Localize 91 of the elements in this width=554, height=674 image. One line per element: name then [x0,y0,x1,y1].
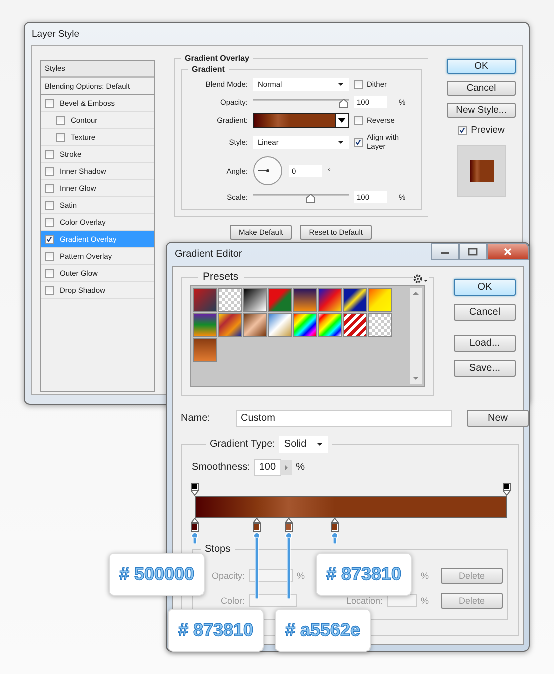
group-title: Presets [202,271,240,283]
preset-swatch[interactable] [243,288,267,312]
preset-swatch[interactable] [193,288,217,312]
color-field[interactable] [249,594,297,607]
leader-line [284,532,293,599]
checkbox[interactable] [45,98,54,108]
preset-swatch[interactable] [193,313,217,337]
color-callout: # a5562e [275,609,371,652]
leader-line [253,532,262,599]
checkbox[interactable] [56,116,65,124]
color-callout: # 500000 [109,553,205,596]
group-title: Gradient Overlay [184,54,250,63]
checkbox-label: Preview [471,125,505,136]
stepper-button[interactable] [280,460,292,475]
checkbox[interactable] [354,138,363,146]
smoothness-field[interactable]: 100 [254,459,282,476]
angle-dial[interactable] [253,156,283,186]
checkbox[interactable] [45,218,54,226]
dialog-button[interactable]: Cancel [454,304,516,321]
group-title: Gradient [191,65,226,74]
gradient-picker[interactable] [253,113,349,128]
preset-swatch[interactable] [268,288,292,312]
checkbox[interactable] [45,234,54,244]
preset-swatch[interactable] [293,313,317,337]
preview-swatch [457,145,506,197]
checkbox[interactable] [354,80,363,89]
close-icon [503,248,513,256]
dialog-button[interactable]: OK [447,59,516,74]
field-label: Gradient Type: [210,439,276,450]
checkbox[interactable] [354,116,363,125]
caret-icon [338,83,344,86]
opacity-stop[interactable] [503,483,511,496]
preset-swatch[interactable] [218,313,242,337]
preset-swatch[interactable] [268,313,292,337]
dialog-button[interactable]: New Style... [447,103,516,118]
preset-swatch[interactable] [343,288,367,312]
unit-label: % [297,570,306,580]
color-callout: # 873810 [316,553,412,596]
field-label: Name: [181,413,212,424]
preset-swatch[interactable] [293,288,317,312]
maximize-button[interactable] [459,243,487,260]
checkbox[interactable] [45,200,54,210]
color-stop[interactable] [191,518,199,532]
checkbox[interactable] [45,150,54,158]
window-title: Layer Style [32,28,80,40]
minimize-button[interactable] [431,243,459,260]
preset-swatch[interactable] [368,288,392,312]
window-title: Gradient Editor [175,249,242,260]
scrollbar[interactable] [410,288,422,384]
dialog-button[interactable]: OK [454,279,516,296]
maximize-icon [468,248,478,256]
group-title: Stops [204,544,232,555]
unit-label: % [421,596,430,606]
checkbox[interactable] [45,184,54,192]
checkbox[interactable] [56,132,65,142]
dialog-button[interactable]: Cancel [447,81,516,96]
gradient-type-dropdown[interactable]: Solid [279,436,328,453]
preset-swatch[interactable] [318,313,342,337]
color-callout: # 873810 [168,609,264,652]
preset-swatch[interactable] [243,313,267,337]
slider-thumb[interactable] [306,194,316,202]
opacity-stop[interactable] [191,483,199,496]
new-button[interactable]: New [467,410,529,427]
dialog-button[interactable]: Load... [454,335,516,352]
color-stop[interactable] [331,518,340,532]
checkbox[interactable] [45,286,54,294]
checkbox[interactable] [45,252,54,260]
dialog-button[interactable]: Save... [454,360,516,377]
color-stop[interactable] [253,518,262,532]
caret-icon [316,443,323,446]
unit-label: % [421,570,430,580]
preset-swatch[interactable] [193,338,217,362]
field-label: Opacity: [210,570,245,580]
name-field[interactable]: Custom [236,410,452,427]
checkbox[interactable] [45,166,54,176]
preset-swatch[interactable] [318,288,342,312]
caret-icon [338,140,344,144]
checkbox[interactable] [45,268,54,278]
unit-label: % [296,462,305,473]
preset-swatch[interactable] [218,288,242,312]
slider-thumb[interactable] [339,98,349,108]
preset-swatch[interactable] [368,313,392,337]
field-label: Color: [220,596,245,606]
field-label: Location: [345,596,383,606]
field-label: Smoothness: [192,462,250,473]
checkbox[interactable] [458,126,468,135]
preset-swatch[interactable] [343,313,367,337]
color-stop[interactable] [284,518,293,532]
close-button[interactable] [487,243,529,260]
leader-line [331,532,340,544]
leader-line [191,532,199,544]
